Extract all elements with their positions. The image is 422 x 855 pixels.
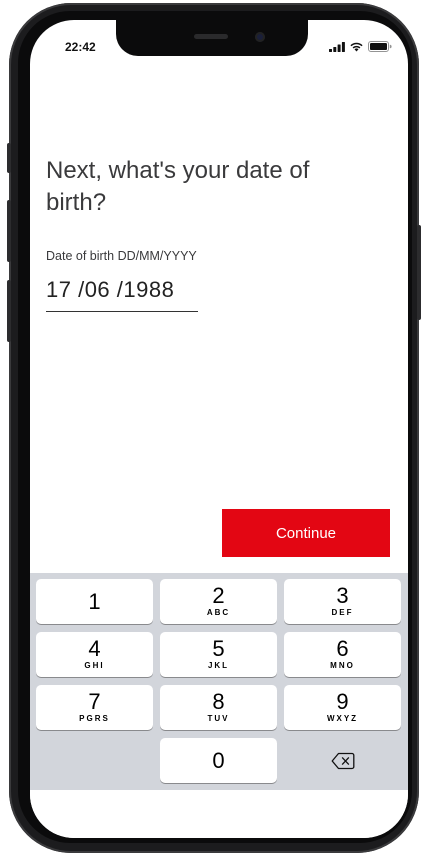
delete-key[interactable]	[284, 738, 401, 783]
front-camera	[255, 32, 265, 42]
page-title: Next, what's your date of birth?	[46, 157, 310, 216]
volume-down-button	[7, 280, 11, 342]
continue-button[interactable]: Continue	[222, 509, 390, 557]
notch	[116, 20, 308, 56]
key-7[interactable]: 7 PGRS	[36, 685, 153, 730]
speaker-grille	[194, 34, 228, 39]
key-digit: 8	[212, 689, 225, 714]
key-1[interactable]: 1	[36, 579, 153, 624]
key-digit: 3	[336, 583, 349, 608]
dob-input[interactable]: 17 /06 /1988	[46, 277, 198, 312]
power-button	[417, 225, 421, 320]
status-icons	[329, 40, 392, 52]
key-letters: DEF	[331, 608, 354, 617]
signal-icon	[329, 41, 345, 52]
key-letters: TUV	[207, 714, 230, 723]
key-letters: JKL	[207, 661, 230, 670]
key-8[interactable]: 8 TUV	[160, 685, 277, 730]
home-indicator-area	[30, 790, 408, 838]
key-letters: GHI	[84, 661, 105, 670]
key-4[interactable]: 4 GHI	[36, 632, 153, 677]
key-digit: 4	[88, 636, 101, 661]
key-6[interactable]: 6 MNO	[284, 632, 401, 677]
volume-up-button	[7, 200, 11, 262]
key-digit: 7	[88, 689, 101, 714]
phone-mockup: 22:42 Next, what's your date of birth? D…	[0, 0, 422, 855]
key-digit: 5	[212, 636, 225, 661]
key-digit: 6	[336, 636, 349, 661]
key-digit: 9	[336, 689, 349, 714]
key-letters: ABC	[206, 608, 231, 617]
dob-field-label: Date of birth DD/MM/YYYY	[46, 249, 197, 263]
backspace-icon	[331, 752, 354, 769]
status-time: 22:42	[65, 40, 96, 54]
battery-icon	[368, 40, 392, 52]
key-0[interactable]: 0	[160, 738, 277, 783]
key-digit: 1	[88, 589, 101, 614]
key-digit: 2	[212, 583, 225, 608]
key-digit: 0	[212, 748, 225, 773]
wifi-icon	[350, 42, 363, 51]
key-9[interactable]: 9 WXYZ	[284, 685, 401, 730]
key-3[interactable]: 3 DEF	[284, 579, 401, 624]
key-5[interactable]: 5 JKL	[160, 632, 277, 677]
numeric-keypad: 1 2 ABC 3 DEF 4 GHI 5 JKL 6 MNO 7 PGRS 8…	[30, 573, 408, 790]
key-letters: WXYZ	[326, 714, 359, 723]
key-2[interactable]: 2 ABC	[160, 579, 277, 624]
key-letters: MNO	[330, 661, 355, 670]
app-screen: 22:42 Next, what's your date of birth? D…	[30, 20, 408, 838]
key-letters: PGRS	[79, 714, 110, 723]
silent-switch	[7, 143, 11, 173]
